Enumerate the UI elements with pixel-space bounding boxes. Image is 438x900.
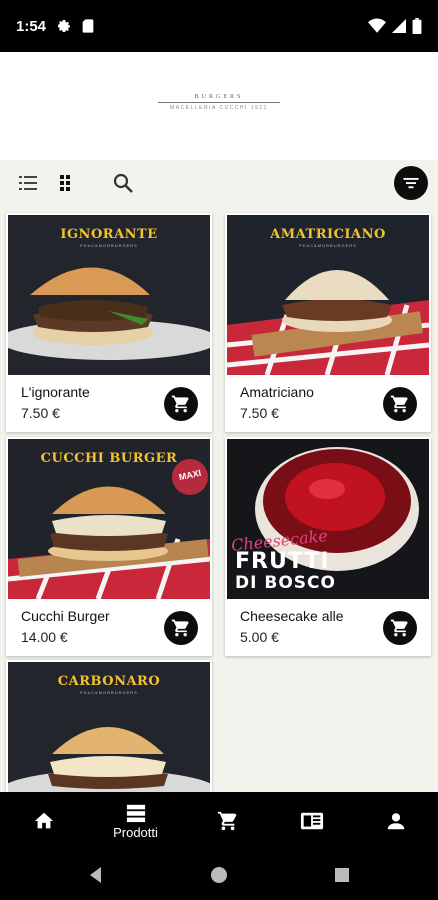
filter-icon xyxy=(403,178,419,189)
add-to-cart-button[interactable] xyxy=(164,387,198,421)
sd-card-icon xyxy=(82,19,94,33)
app-screen: 1:54 BURGERS MACELLERIA CUCCHI 1921 IGNO… xyxy=(0,0,438,900)
product-price: 14.00 € xyxy=(21,629,68,645)
nav-cart[interactable] xyxy=(184,792,271,850)
profile-icon xyxy=(387,813,404,830)
home-circle-icon[interactable] xyxy=(209,865,229,885)
search-button[interactable] xyxy=(109,169,137,197)
product-image: AMATRICIANO PEAC&MORBURGERS xyxy=(227,215,429,375)
view-toolbar xyxy=(0,160,438,206)
product-card[interactable]: Cheesecake FRUTTI DI BOSCO Cheesecake al… xyxy=(225,437,431,656)
recents-icon[interactable] xyxy=(332,865,352,885)
back-icon[interactable] xyxy=(86,865,106,885)
status-right xyxy=(368,18,422,34)
product-image: IGNORANTE PEAC&MORBURGERS xyxy=(8,215,210,375)
bottom-nav: Prodotti xyxy=(0,792,438,850)
nav-home[interactable] xyxy=(0,792,87,850)
grid-view-icon xyxy=(60,175,70,191)
system-nav-bar xyxy=(0,850,438,900)
product-banner: AMATRICIANO xyxy=(270,227,386,242)
add-to-cart-button[interactable] xyxy=(164,611,198,645)
gear-icon xyxy=(58,20,70,32)
cart-icon xyxy=(171,395,189,413)
product-image: CARBONARO PEAC&MORBURGERS xyxy=(8,662,210,792)
product-name: Cucchi Burger xyxy=(21,608,110,624)
nav-products[interactable]: Prodotti xyxy=(92,792,179,850)
cell-signal-icon xyxy=(392,19,406,33)
product-price: 5.00 € xyxy=(240,629,279,645)
product-grid: IGNORANTE PEAC&MORBURGERS L'ignorante 7.… xyxy=(0,206,438,792)
product-card[interactable]: AMATRICIANO PEAC&MORBURGERS Amatriciano … xyxy=(225,213,431,432)
cart-icon xyxy=(217,811,237,831)
product-banner: CUCCHI BURGER xyxy=(40,451,178,466)
grid-view-button[interactable] xyxy=(51,169,79,197)
product-banner-sub: PEAC&MORBURGERS xyxy=(299,243,357,248)
product-name: L'ignorante xyxy=(21,384,90,400)
brand-logo: BURGERS MACELLERIA CUCCHI 1921 xyxy=(156,94,282,118)
status-bar: 1:54 xyxy=(0,0,438,52)
cart-icon xyxy=(390,619,408,637)
product-card[interactable]: IGNORANTE PEAC&MORBURGERS L'ignorante 7.… xyxy=(6,213,212,432)
news-icon xyxy=(300,812,323,830)
product-title-line1: FRUTTI xyxy=(235,549,330,574)
logo-text: BURGERS xyxy=(194,94,244,100)
nav-profile[interactable] xyxy=(352,792,438,850)
product-name: Amatriciano xyxy=(240,384,314,400)
product-banner-sub: PEAC&MORBURGERS xyxy=(80,243,138,248)
product-title-line2: DI BOSCO xyxy=(235,573,336,593)
product-image: CUCCHI BURGER MAXI xyxy=(8,439,210,599)
battery-icon xyxy=(412,18,422,34)
status-time: 1:54 xyxy=(16,17,47,35)
cart-icon xyxy=(390,395,408,413)
product-image: Cheesecake FRUTTI DI BOSCO xyxy=(227,439,429,599)
product-banner: IGNORANTE xyxy=(60,227,158,242)
add-to-cart-button[interactable] xyxy=(383,611,417,645)
nav-news[interactable] xyxy=(268,792,355,850)
product-banner-sub: PEAC&MORBURGERS xyxy=(80,690,138,695)
product-card[interactable]: CARBONARO PEAC&MORBURGERS xyxy=(6,660,212,792)
product-name: Cheesecake alle xyxy=(240,608,344,624)
cart-icon xyxy=(171,619,189,637)
logo-subtext: MACELLERIA CUCCHI 1921 xyxy=(170,105,268,111)
filter-button[interactable] xyxy=(394,166,428,200)
app-header: BURGERS MACELLERIA CUCCHI 1921 xyxy=(0,52,438,160)
products-icon xyxy=(126,804,145,822)
product-price: 7.50 € xyxy=(240,405,279,421)
list-view-icon xyxy=(19,176,37,190)
wifi-icon xyxy=(368,18,386,33)
product-banner: CARBONARO xyxy=(57,674,161,689)
product-price: 7.50 € xyxy=(21,405,60,421)
product-card[interactable]: CUCCHI BURGER MAXI Cucchi Burger 14.00 € xyxy=(6,437,212,656)
list-view-button[interactable] xyxy=(14,169,42,197)
home-icon xyxy=(34,812,53,829)
add-to-cart-button[interactable] xyxy=(383,387,417,421)
search-icon xyxy=(113,173,133,193)
nav-products-label: Prodotti xyxy=(113,824,158,840)
logo-rule xyxy=(158,102,280,103)
